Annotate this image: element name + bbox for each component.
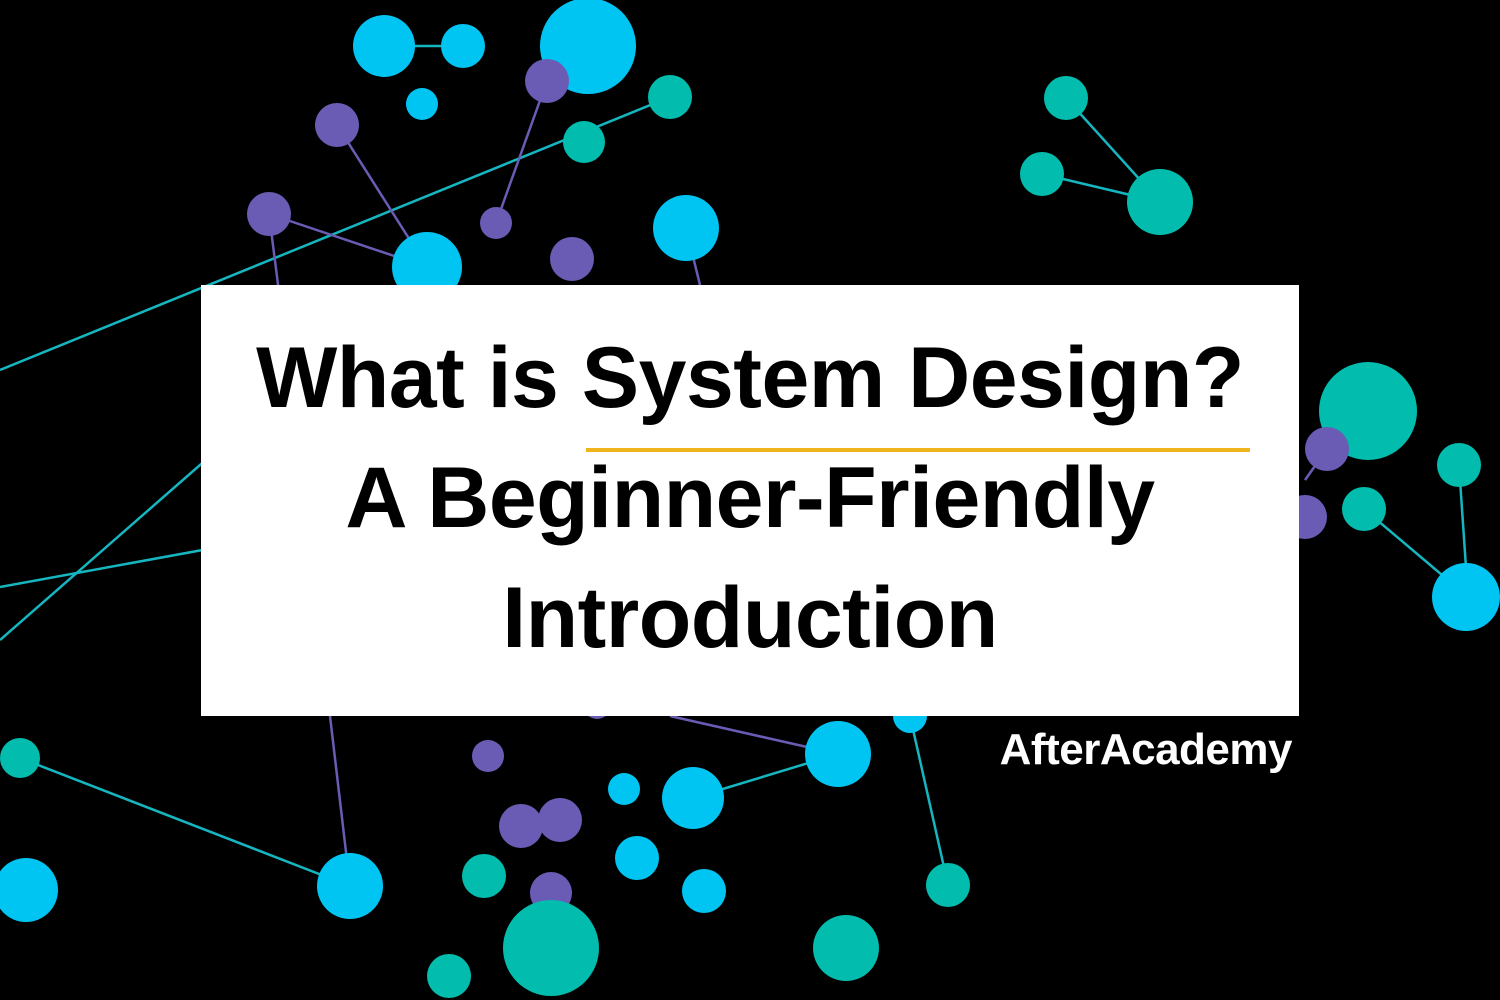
network-node [563,121,605,163]
network-node [480,207,512,239]
brand-logo-text: AfterAcademy [999,725,1293,774]
network-node [0,858,58,922]
network-node [1305,427,1349,471]
network-node [1127,169,1193,235]
network-node [427,954,471,998]
network-node [353,15,415,77]
network-node [926,863,970,907]
network-node [682,869,726,913]
network-node [653,195,719,261]
network-node [315,103,359,147]
network-node [1020,152,1064,196]
network-node [648,75,692,119]
network-edge [908,715,950,886]
network-edge [19,756,351,888]
network-node [462,854,506,898]
network-node [499,804,543,848]
network-node [472,740,504,772]
network-node [538,798,582,842]
network-node [608,773,640,805]
title-line-1: What is System Design? [256,318,1250,452]
title-prefix: What is [256,329,582,426]
network-node [615,836,659,880]
network-node [1432,563,1500,631]
title-card: What is System Design? A Beginner-Friend… [201,285,1299,716]
network-node [550,237,594,281]
network-edge [494,80,549,224]
title-line-2: A Beginner-Friendly [345,449,1155,546]
network-node [247,192,291,236]
network-edge [0,543,231,589]
title-highlight: System Design? [581,318,1250,452]
network-node [662,767,724,829]
title-highlight-text: System Design? [581,329,1245,426]
network-node [441,24,485,68]
network-node [1044,76,1088,120]
network-node [406,88,438,120]
network-node [0,738,40,778]
network-node [805,721,871,787]
network-node [525,59,569,103]
network-node [1437,443,1481,487]
title-line-3: Introduction [502,569,998,666]
highlight-underline [585,447,1250,452]
network-node [317,853,383,919]
network-node [813,915,879,981]
network-node [1342,487,1386,531]
network-node [503,900,599,996]
